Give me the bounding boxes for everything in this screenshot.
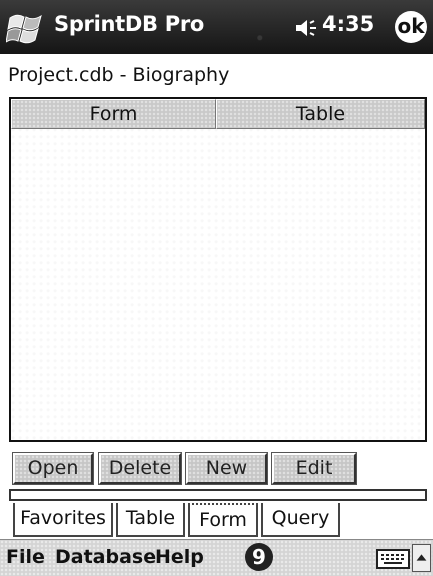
delete-button[interactable]: Delete [98, 452, 182, 485]
speaker-icon[interactable] [294, 17, 320, 39]
tab-table[interactable]: Table [116, 503, 185, 537]
column-header-form[interactable]: Form [11, 99, 216, 129]
menu-database[interactable]: Database [55, 546, 156, 568]
new-button[interactable]: New [185, 452, 268, 485]
app-title: SprintDB Pro [54, 12, 205, 36]
title-bar: SprintDB Pro 4:35 ok [0, 0, 433, 54]
menu-bar: File Database Help 9 [0, 539, 433, 576]
windows-flag-icon[interactable] [6, 8, 46, 46]
tab-favorites[interactable]: Favorites [13, 503, 113, 537]
clock[interactable]: 4:35 [322, 12, 374, 36]
arrow-up-icon[interactable] [412, 544, 431, 572]
list-header: Form Table [11, 99, 425, 131]
horizontal-scrollbar[interactable] [9, 489, 427, 501]
tab-query[interactable]: Query [261, 503, 340, 537]
nine-badge-icon[interactable]: 9 [245, 543, 273, 571]
database-caption: Project.cdb - Biography [8, 64, 230, 86]
keyboard-icon[interactable] [376, 549, 410, 569]
open-button[interactable]: Open [12, 452, 94, 485]
edit-button[interactable]: Edit [271, 452, 357, 485]
menu-help[interactable]: Help [155, 546, 204, 568]
ok-button[interactable]: ok [395, 11, 427, 43]
forms-list[interactable]: Form Table [9, 97, 427, 442]
tab-form[interactable]: Form [188, 503, 258, 537]
column-header-table[interactable]: Table [216, 99, 425, 129]
menu-file[interactable]: File [6, 546, 45, 568]
